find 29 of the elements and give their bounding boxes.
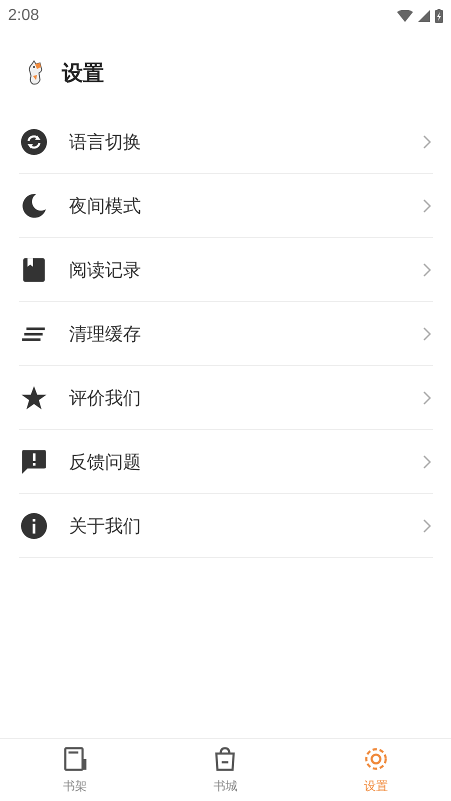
signal-icon bbox=[418, 10, 430, 22]
book-icon bbox=[21, 256, 47, 282]
settings-row[interactable]: 语言切换 bbox=[19, 110, 433, 174]
settings-row[interactable]: 清理缓存 bbox=[19, 302, 433, 366]
wifi-icon bbox=[397, 10, 413, 22]
info-icon bbox=[21, 512, 47, 538]
chevron-right-icon bbox=[423, 326, 431, 340]
sync-icon bbox=[21, 128, 47, 154]
chevron-right-icon bbox=[423, 262, 431, 276]
status-time: 2:08 bbox=[8, 7, 40, 25]
settings-row[interactable]: 阅读记录 bbox=[19, 238, 433, 302]
chevron-right-icon bbox=[423, 198, 431, 212]
chevron-right-icon bbox=[423, 518, 431, 532]
chevron-right-icon bbox=[423, 134, 431, 148]
settings-row[interactable]: 反馈问题 bbox=[19, 430, 433, 494]
settings-row[interactable]: 夜间模式 bbox=[19, 174, 433, 238]
settings-row[interactable]: 关于我们 bbox=[19, 494, 433, 558]
star-icon bbox=[21, 384, 47, 410]
gear-icon bbox=[362, 746, 389, 772]
bookshelf-icon bbox=[62, 746, 88, 772]
battery-icon bbox=[435, 9, 443, 23]
nav-tab[interactable]: 书架 bbox=[0, 739, 150, 801]
page-title: 设置 bbox=[62, 60, 104, 87]
settings-row[interactable]: 评价我们 bbox=[19, 366, 433, 430]
moon-icon bbox=[21, 192, 47, 218]
nav-tab[interactable]: 书城 bbox=[150, 739, 301, 801]
chevron-right-icon bbox=[423, 454, 431, 468]
chevron-right-icon bbox=[423, 390, 431, 404]
feedback-icon bbox=[21, 448, 47, 474]
